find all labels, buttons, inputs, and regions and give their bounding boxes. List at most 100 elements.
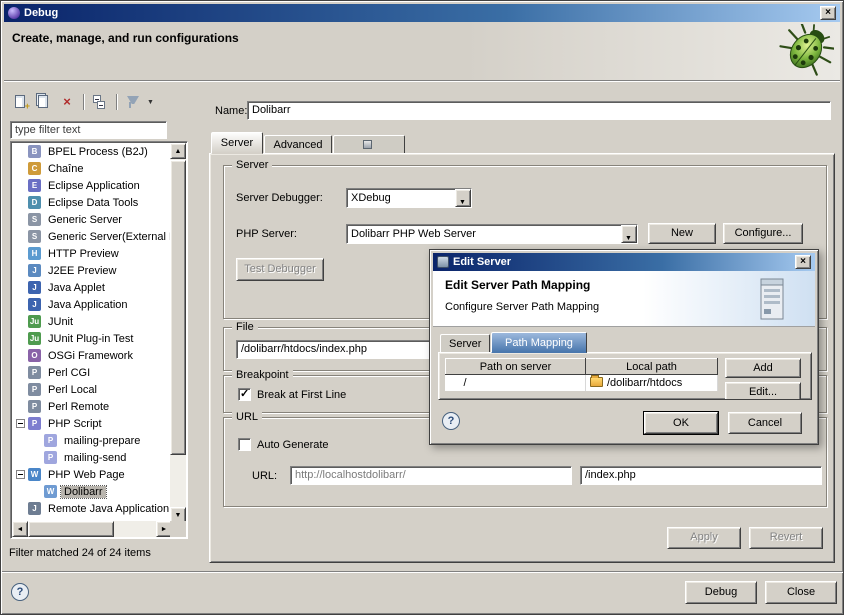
tree-item-j2ee-preview[interactable]: JJ2EE Preview [12,262,172,279]
test-debugger-button[interactable]: Test Debugger [236,258,324,281]
scroll-left-icon[interactable] [12,521,28,537]
horizontal-scroll-thumb[interactable] [28,521,114,537]
url-label: URL: [252,470,277,482]
tree-item-dolibarr[interactable]: WDolibarr [12,483,172,500]
debug-button[interactable]: Debug [685,581,757,604]
tree-item-eclipse-application[interactable]: E Eclipse Application [12,177,172,194]
tree-item-generic-server[interactable]: SGeneric Server [12,211,172,228]
duplicate-config-icon[interactable] [34,92,54,112]
name-input[interactable]: Dolibarr [247,101,831,120]
revert-button[interactable]: Revert [749,527,823,549]
tree-item-php-script[interactable]: PPHP Script [12,415,172,432]
php-server-select[interactable]: Dolibarr PHP Web Server [346,224,638,244]
toolbar-dropdown-arrow-icon[interactable]: ▼ [147,99,154,106]
generic-server-icon: S [28,230,41,243]
tree-item-http-preview[interactable]: HHTTP Preview [12,245,172,262]
eclipse-application-icon: E [28,179,41,192]
tree-item-label: Java Application [45,299,131,311]
tree-item-label: Chaîne [45,163,86,175]
new-launch-config-icon[interactable]: + [11,92,31,112]
filter-input[interactable]: type filter text [10,121,167,139]
dropdown-arrow-icon[interactable] [621,225,637,243]
server-group-legend: Server [232,159,272,171]
tree-item-label: Perl CGI [45,367,93,379]
tree-item-osgi-framework[interactable]: OOSGi Framework [12,347,172,364]
help-icon[interactable]: ? [11,583,29,601]
tree-item-perl-remote[interactable]: PPerl Remote [12,398,172,415]
server-debugger-label: Server Debugger: [236,192,323,204]
toolbar-separator [83,94,84,110]
modal-help-icon[interactable]: ? [442,412,460,430]
bpel-process-icon: B [28,145,41,158]
tree-expander-icon[interactable] [16,419,25,428]
tab-advanced[interactable]: Advanced [264,135,332,154]
collapse-all-icon[interactable] [90,92,110,112]
local-path-cell[interactable]: /dolibarr/htdocs [586,375,718,391]
tree-item-chaine[interactable]: CChaîne [12,160,172,177]
php-web-page-icon: W [28,468,41,481]
tab-common[interactable]: Common [333,135,405,154]
close-icon[interactable]: × [820,6,836,20]
tree-item-java-applet[interactable]: JJava Applet [12,279,172,296]
tree-expander-icon[interactable] [16,470,25,479]
perl-remote-icon: P [28,400,41,413]
tree-item-mailing-prepare[interactable]: Pmailing-prepare [12,432,172,449]
filter-status: Filter matched 24 of 24 items [9,547,151,559]
tree-item-eclipse-data-tools[interactable]: DEclipse Data Tools [12,194,172,211]
perl-local-icon: P [28,383,41,396]
ok-button[interactable]: OK [644,412,718,434]
new-server-button[interactable]: New [648,223,716,244]
tree-item-bpel-process[interactable]: BBPEL Process (B2J) [12,143,172,160]
modal-close-icon[interactable]: × [795,255,811,269]
path-on-server-cell[interactable]: / [446,375,586,391]
column-local-path[interactable]: Local path [586,359,718,375]
tree-vertical-scrollbar[interactable] [170,143,186,523]
tree-item-remote-java-application[interactable]: JRemote Java Application [12,500,172,517]
vertical-scroll-thumb[interactable] [170,160,186,455]
column-path-on-server[interactable]: Path on server [446,359,586,375]
config-type-tree: BBPEL Process (B2J)CChaîne E Eclipse Appli… [10,141,188,539]
apply-button[interactable]: Apply [667,527,741,549]
scroll-up-icon[interactable] [170,143,186,159]
tree-item-java-application[interactable]: J Java Application [12,296,172,313]
tree-item-mailing-send[interactable]: Pmailing-send [12,449,172,466]
junit-plugin-icon: Ju [28,332,41,345]
break-first-line-checkbox[interactable] [238,388,251,401]
modal-titlebar[interactable]: Edit Server × [433,253,815,271]
breakpoint-group-legend: Breakpoint [232,369,293,381]
modal-heading: Edit Server Path Mapping [445,278,590,292]
dropdown-arrow-icon[interactable] [455,189,471,207]
filter-icon[interactable] [123,92,143,112]
modal-tab-path-mapping[interactable]: Path Mapping [491,332,587,353]
path-mapping-table[interactable]: Path on server Local path //dolibarr/htd… [445,358,718,391]
tree-item-label: JUnit [45,316,76,328]
url-base-input[interactable]: http://localhostdolibarr/ [290,466,572,485]
tree-item-label: Eclipse Application [45,180,143,192]
server-debugger-select[interactable]: XDebug [346,188,472,208]
url-path-input[interactable]: /index.php [580,466,822,485]
edit-mapping-button[interactable]: Edit... [725,382,801,400]
server-icon [755,277,789,321]
auto-generate-checkbox[interactable] [238,438,251,451]
configure-server-button[interactable]: Configure... [723,223,803,244]
modal-tab-server[interactable]: Server [440,334,490,353]
tree-item-junit-plugin-test[interactable]: JuJUnit Plug-in Test [12,330,172,347]
php-script-icon: P [28,417,41,430]
modal-title: Edit Server [453,256,511,268]
tab-server[interactable]: Server [211,132,263,154]
delete-config-icon[interactable]: × [57,92,77,112]
tree-item-junit[interactable]: JuJUnit [12,313,172,330]
tree-horizontal-scrollbar[interactable] [12,521,172,537]
java-application-icon: J [28,298,41,311]
java-applet-icon: J [28,281,41,294]
close-button[interactable]: Close [765,581,837,604]
j2ee-preview-icon: J [28,264,41,277]
tree-item-perl-local[interactable]: PPerl Local [12,381,172,398]
tree-item-perl-cgi[interactable]: PPerl CGI [12,364,172,381]
cancel-button[interactable]: Cancel [728,412,802,434]
add-mapping-button[interactable]: Add [725,358,801,378]
tree-item-php-web-page[interactable]: WPHP Web Page [12,466,172,483]
path-mapping-row[interactable]: //dolibarr/htdocs [446,375,718,391]
tree-item-generic-server-external[interactable]: SGeneric Server(External La [12,228,172,245]
titlebar[interactable]: Debug × [4,4,840,22]
